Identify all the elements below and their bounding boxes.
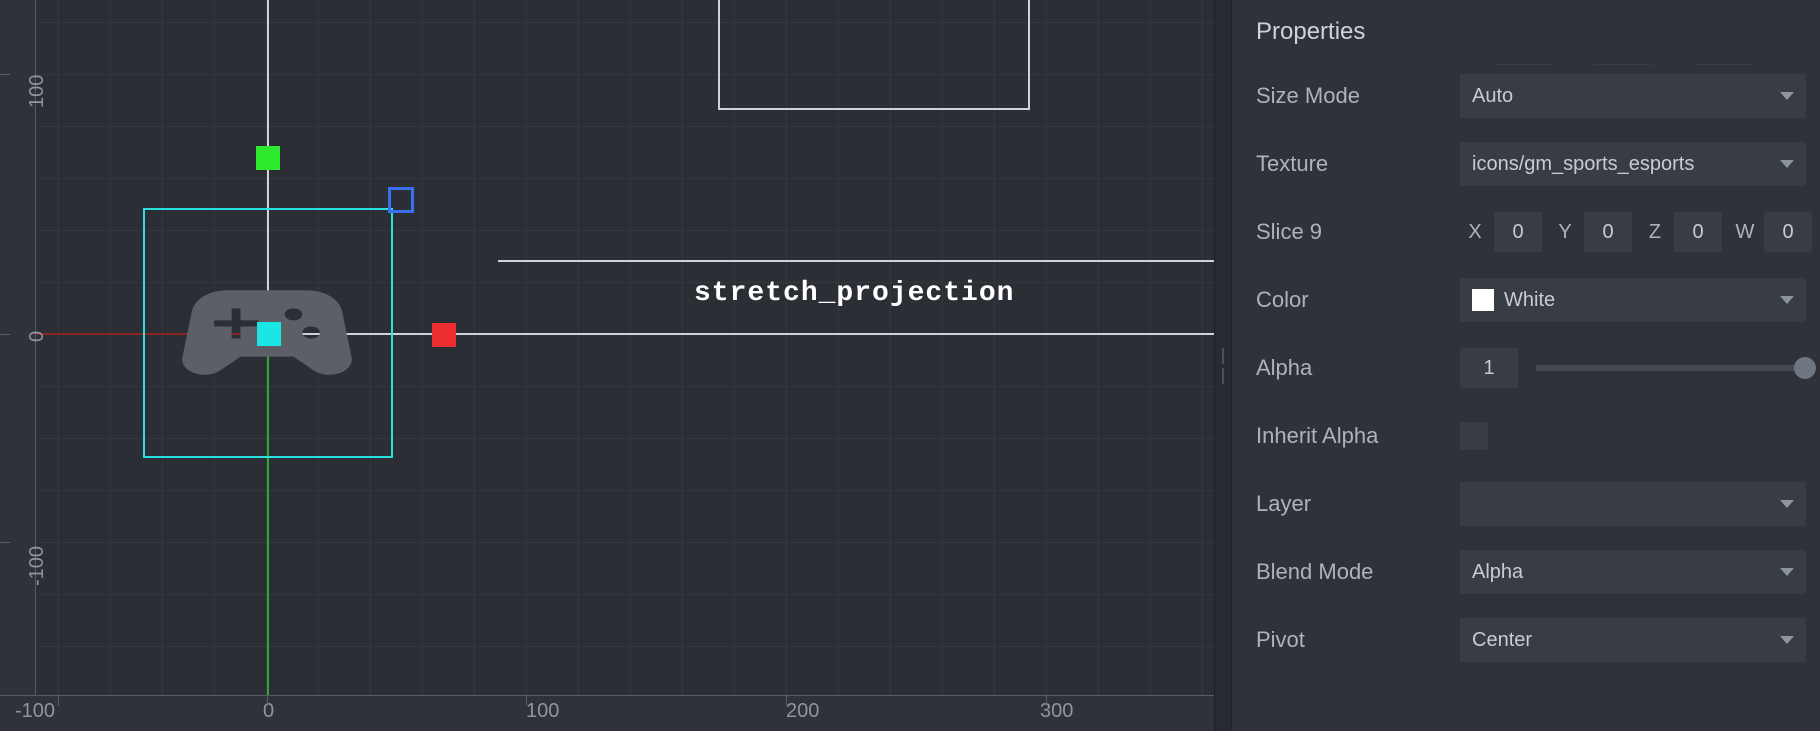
slider-thumb[interactable] xyxy=(1794,357,1816,379)
ruler-tick-label: 300 xyxy=(1040,700,1073,723)
scene-viewport[interactable]: stretch_projection 100 0 -100 -100 0 100… xyxy=(0,0,1214,731)
inherit-alpha-checkbox[interactable] xyxy=(1460,422,1488,450)
ruler-tick-label: 100 xyxy=(526,700,559,723)
size-x-input[interactable] xyxy=(1494,64,1552,65)
chevron-down-icon xyxy=(1780,296,1794,304)
row-slice9: Slice 9 X Y Z W xyxy=(1232,198,1820,266)
ruler-tick-label: 100 xyxy=(26,75,49,108)
handle-translate-x[interactable] xyxy=(432,323,456,347)
color-swatch xyxy=(1472,289,1494,311)
ruler-tick-label: 0 xyxy=(263,700,274,723)
slice9-y-input[interactable] xyxy=(1584,212,1632,252)
node-label: stretch_projection xyxy=(694,278,1014,309)
handle-translate-y[interactable] xyxy=(256,146,280,170)
size-y-input[interactable] xyxy=(1594,64,1652,65)
color-dropdown[interactable]: White xyxy=(1460,278,1806,322)
chevron-down-icon xyxy=(1780,500,1794,508)
handle-pivot[interactable] xyxy=(257,322,281,346)
texture-dropdown[interactable]: icons/gm_sports_esports xyxy=(1460,142,1806,186)
chevron-down-icon xyxy=(1780,568,1794,576)
row-alpha: Alpha xyxy=(1232,334,1820,402)
blend-mode-dropdown[interactable]: Alpha xyxy=(1460,550,1806,594)
ruler-horizontal: -100 0 100 200 300 xyxy=(0,695,1214,731)
ruler-tick-label: 200 xyxy=(786,700,819,723)
panel-title: Properties xyxy=(1232,0,1820,64)
chevron-down-icon xyxy=(1780,636,1794,644)
alpha-slider[interactable] xyxy=(1536,365,1806,371)
layer-dropdown[interactable] xyxy=(1460,482,1806,526)
size-mode-dropdown[interactable]: Auto xyxy=(1460,74,1806,118)
row-blend-mode: Blend Mode Alpha xyxy=(1232,538,1820,606)
row-inherit-alpha: Inherit Alpha xyxy=(1232,402,1820,470)
row-size-mode: Size Mode Auto xyxy=(1232,64,1820,130)
slice9-x-input[interactable] xyxy=(1494,212,1542,252)
chevron-down-icon xyxy=(1780,160,1794,168)
slice9-z-input[interactable] xyxy=(1674,212,1722,252)
row-layer: Layer xyxy=(1232,470,1820,538)
ruler-tick-label: -100 xyxy=(15,700,55,723)
row-color: Color White xyxy=(1232,266,1820,334)
node-outline-top xyxy=(718,0,1030,110)
slice9-w-input[interactable] xyxy=(1764,212,1812,252)
handle-scale[interactable] xyxy=(388,187,414,213)
alpha-input[interactable] xyxy=(1460,348,1518,388)
properties-panel: Properties Size X Y Z Size Mode xyxy=(1232,0,1820,731)
row-texture: Texture icons/gm_sports_esports xyxy=(1232,130,1820,198)
chevron-down-icon xyxy=(1780,92,1794,100)
ruler-tick-label: 0 xyxy=(26,331,49,342)
ruler-tick-label: -100 xyxy=(26,546,49,586)
properties-scroll[interactable]: Size X Y Z Size Mode Auto xyxy=(1232,64,1820,725)
row-pivot: Pivot Center xyxy=(1232,606,1820,674)
ruler-vertical: 100 0 -100 xyxy=(0,0,36,695)
panel-splitter[interactable] xyxy=(1214,0,1232,731)
size-z-input[interactable] xyxy=(1694,64,1752,65)
pivot-dropdown[interactable]: Center xyxy=(1460,618,1806,662)
